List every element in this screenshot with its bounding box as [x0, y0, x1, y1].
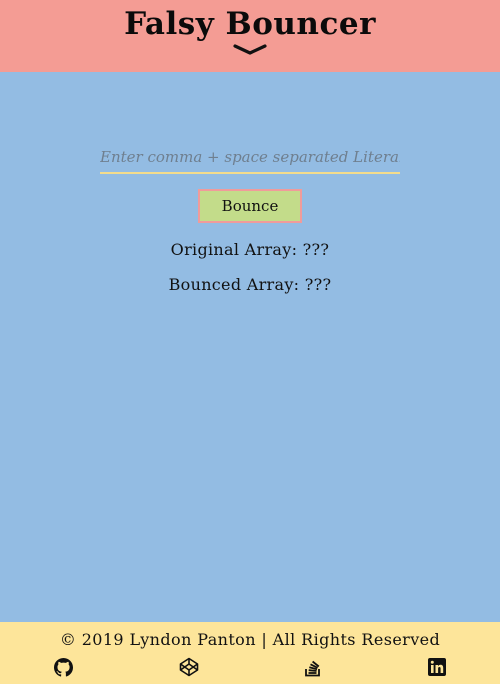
original-array-text: Original Array: ???: [170, 240, 330, 259]
page-header: Falsy Bouncer: [0, 0, 500, 72]
linkedin-icon[interactable]: [427, 657, 447, 677]
copyright-text: © 2019 Lyndon Panton | All Rights Reserv…: [59, 630, 441, 649]
page-footer: © 2019 Lyndon Panton | All Rights Reserv…: [0, 622, 500, 684]
chevron-down-icon[interactable]: [233, 44, 267, 56]
github-icon[interactable]: [53, 657, 73, 677]
stackoverflow-icon[interactable]: [303, 657, 323, 677]
codepen-icon[interactable]: [179, 657, 199, 677]
bounce-button[interactable]: Bounce: [198, 189, 302, 223]
bounced-array-text: Bounced Array: ???: [168, 275, 332, 294]
page-title: Falsy Bouncer: [124, 6, 376, 42]
literals-input[interactable]: [100, 142, 400, 172]
main-content: Bounce Original Array: ??? Bounced Array…: [0, 72, 500, 622]
literals-input-wrapper: [100, 142, 400, 174]
